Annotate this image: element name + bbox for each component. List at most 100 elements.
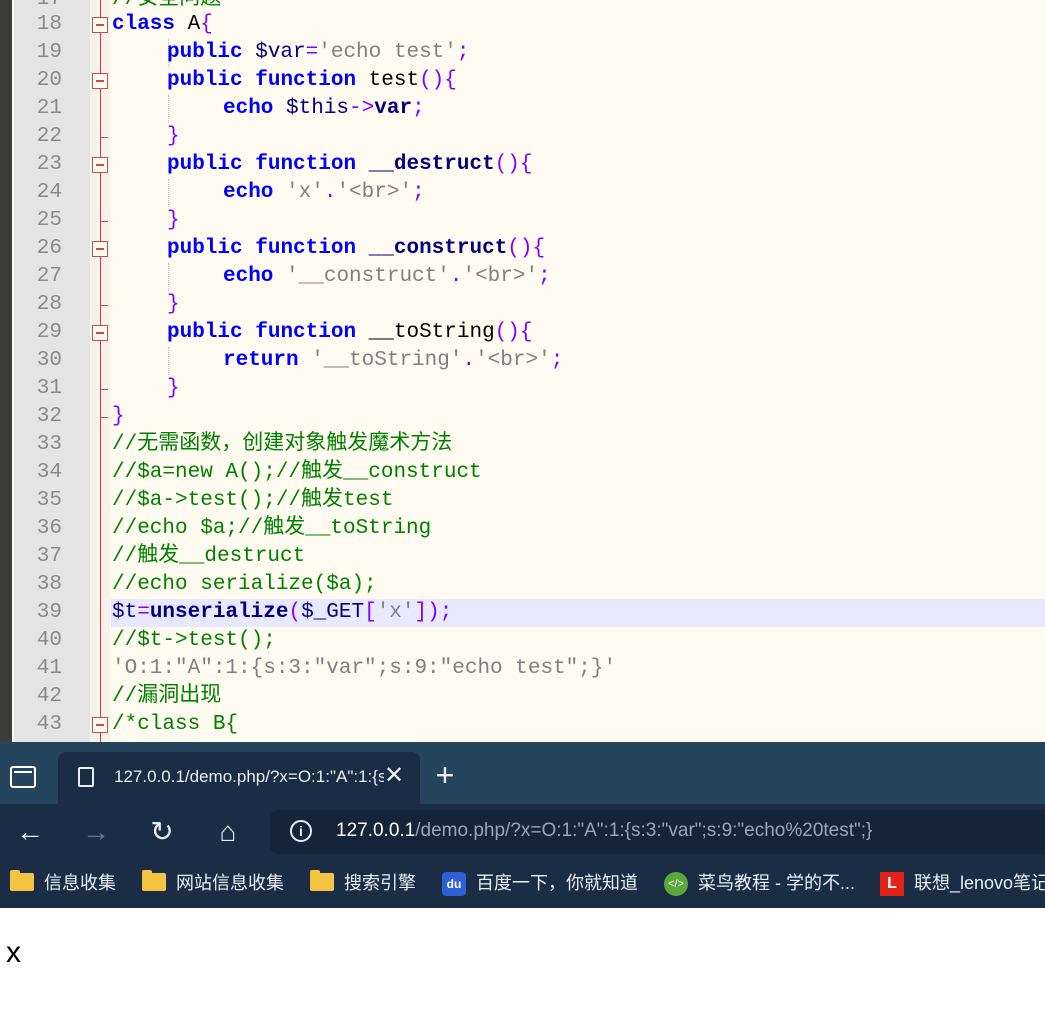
fold-collapse-icon[interactable] xyxy=(92,73,108,89)
code-line-42: 42 //漏洞出现 xyxy=(0,683,1045,711)
code-text: public function test(){ xyxy=(167,69,457,92)
code-line-32: 32 } xyxy=(0,403,1045,431)
line-number: 34 xyxy=(36,461,62,484)
code-text: //触发__destruct xyxy=(112,545,306,568)
code-text: //$t->test(); xyxy=(112,629,276,652)
bookmark-label: 信息收集 xyxy=(44,873,116,893)
browser-nav-bar: ← → ↻ ⌂ i 127.0.0.1/demo.php/?x=O:1:"A":… xyxy=(0,804,1045,860)
code-line-22: 22 } xyxy=(0,123,1045,151)
line-number: 39 xyxy=(36,601,62,624)
bookmark-label: 搜索引擎 xyxy=(344,873,416,893)
bookmark-item[interactable]: 网站信息收集 xyxy=(142,870,284,896)
line-number: 38 xyxy=(36,573,62,596)
code-line-31: 31 } xyxy=(0,375,1045,403)
code-text: echo 'x'.'<br>'; xyxy=(223,181,425,204)
line-number: 19 xyxy=(36,41,62,64)
bookmark-item[interactable]: du 百度一下，你就知道 xyxy=(442,870,638,897)
line-number: 26 xyxy=(36,237,62,260)
code-text: //$a->test();//触发test xyxy=(112,489,394,512)
indent-guide xyxy=(168,95,169,123)
fold-end-marker xyxy=(100,137,108,138)
fold-collapse-icon[interactable] xyxy=(92,241,108,257)
code-line-28: 28 } xyxy=(0,291,1045,319)
code-line-39-current: 39 $t=unserialize($_GET['x']); xyxy=(0,599,1045,627)
code-text: return '__toString'.'<br>'; xyxy=(223,349,564,372)
line-number: 32 xyxy=(36,405,62,428)
code-line-33: 33 //无需函数，创建对象触发魔术方法 xyxy=(0,431,1045,459)
url-text[interactable]: 127.0.0.1/demo.php/?x=O:1:"A":1:{s:3:"va… xyxy=(336,820,872,842)
indent-guide xyxy=(168,347,169,375)
browser-tab-bar: 127.0.0.1/demo.php/?x=O:1:"A":1:{s:3:"va… xyxy=(0,742,1045,804)
code-text: } xyxy=(167,125,180,148)
code-text: $t=unserialize($_GET['x']); xyxy=(112,601,453,624)
code-text: class A{ xyxy=(112,13,213,36)
code-text: } xyxy=(167,209,180,232)
line-number: 43 xyxy=(36,713,62,736)
reload-icon[interactable]: ↻ xyxy=(146,816,178,848)
code-line-20: 20 public function test(){ xyxy=(0,67,1045,95)
line-number: 25 xyxy=(36,209,62,232)
line-number: 36 xyxy=(36,517,62,540)
runoob-icon: </> xyxy=(664,872,688,897)
code-text: //漏洞出现 xyxy=(112,685,222,708)
line-number: 24 xyxy=(36,181,62,204)
code-line-34: 34 //$a=new A();//触发__construct xyxy=(0,459,1045,487)
code-text: //echo $a;//触发__toString xyxy=(112,517,432,540)
url-path: /demo.php/?x=O:1:"A":1:{s:3:"var";s:9:"e… xyxy=(415,820,873,841)
code-line-29: 29 public function __toString(){ xyxy=(0,319,1045,347)
folder-icon xyxy=(142,870,166,892)
code-line-30: 30 return '__toString'.'<br>'; xyxy=(0,347,1045,375)
code-text: echo '__construct'.'<br>'; xyxy=(223,265,551,288)
code-line-26: 26 public function __construct(){ xyxy=(0,235,1045,263)
fold-collapse-icon[interactable] xyxy=(92,17,108,33)
address-bar[interactable]: i 127.0.0.1/demo.php/?x=O:1:"A":1:{s:3:"… xyxy=(270,810,1045,854)
bookmark-label: 菜鸟教程 - 学的不... xyxy=(698,873,855,893)
code-line-41: 41 'O:1:"A":1:{s:3:"var";s:9:"echo test"… xyxy=(0,655,1045,683)
bookmark-label: 联想_lenovo笔记 xyxy=(914,873,1045,893)
home-icon[interactable]: ⌂ xyxy=(212,816,244,848)
code-text: } xyxy=(167,293,180,316)
baidu-icon: du xyxy=(442,872,466,897)
code-line-23: 23 public function __destruct(){ xyxy=(0,151,1045,179)
fold-collapse-icon[interactable] xyxy=(92,325,108,341)
line-number: 33 xyxy=(36,433,62,456)
code-editor[interactable]: 17 //安全问题 18 class A{ 19 public $var='ec… xyxy=(0,0,1045,742)
bookmark-item[interactable]: </> 菜鸟教程 - 学的不... xyxy=(664,870,855,897)
code-text: echo $this->var; xyxy=(223,97,425,120)
code-text: //无需函数，创建对象触发魔术方法 xyxy=(112,433,453,456)
code-text: public function __construct(){ xyxy=(167,237,546,260)
info-icon[interactable]: i xyxy=(290,820,312,842)
bookmark-item[interactable]: 搜索引擎 xyxy=(310,870,416,896)
code-text: public function __destruct(){ xyxy=(167,153,533,176)
indent-guide xyxy=(168,179,169,207)
bookmark-item[interactable]: 信息收集 xyxy=(10,870,116,896)
code-text: //echo serialize($a); xyxy=(112,573,377,596)
page-content: x xyxy=(0,908,1045,1023)
forward-arrow-icon[interactable]: → xyxy=(80,816,112,848)
code-line-21: 21 echo $this->var; xyxy=(0,95,1045,123)
code-line-37: 37 //触发__destruct xyxy=(0,543,1045,571)
browser-tab-active[interactable]: 127.0.0.1/demo.php/?x=O:1:"A":1:{s:3:"va… xyxy=(58,752,420,804)
code-line-43: 43 /*class B{ xyxy=(0,711,1045,739)
back-arrow-icon[interactable]: ← xyxy=(14,816,46,848)
tab-title: 127.0.0.1/demo.php/?x=O:1:"A":1:{s:3:"va… xyxy=(114,767,384,786)
close-icon[interactable]: ✕ xyxy=(380,762,408,790)
bookmark-item[interactable]: L 联想_lenovo笔记 xyxy=(880,870,1045,897)
fold-collapse-icon[interactable] xyxy=(92,717,108,733)
fold-collapse-icon[interactable] xyxy=(92,157,108,173)
line-number: 31 xyxy=(36,377,62,400)
line-number: 35 xyxy=(36,489,62,512)
code-text: } xyxy=(112,405,125,428)
line-number: 37 xyxy=(36,545,62,568)
code-line-25: 25 } xyxy=(0,207,1045,235)
indent-guide xyxy=(168,263,169,291)
line-number: 21 xyxy=(36,97,62,120)
code-line-40: 40 //$t->test(); xyxy=(0,627,1045,655)
line-number: 40 xyxy=(36,629,62,652)
plus-icon[interactable]: + xyxy=(430,759,460,791)
code-text: public function __toString(){ xyxy=(167,321,533,344)
fold-end-marker xyxy=(100,417,108,418)
code-text: public $var='echo test'; xyxy=(167,41,470,64)
fold-end-marker xyxy=(100,389,108,390)
tab-actions-icon[interactable] xyxy=(10,766,36,788)
